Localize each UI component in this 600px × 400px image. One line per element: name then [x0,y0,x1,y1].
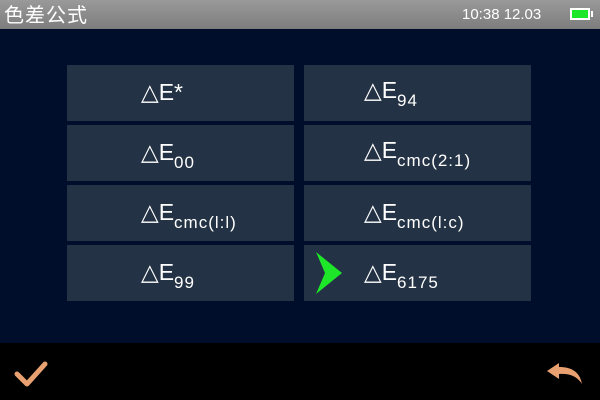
formula-label: △Ecmc(2:1) [364,137,472,170]
battery-full-icon [570,8,593,20]
battery-level [572,10,588,18]
formula-label: △Ecmc(l:c) [364,199,465,232]
formula-button-deltaE-star[interactable]: △E* [67,65,294,121]
formula-label: △E94 [364,77,418,110]
formula-button-deltaE-94[interactable]: △E94 [304,65,531,121]
formula-button-deltaE-cmc-l-c[interactable]: △Ecmc(l:c) [304,185,531,241]
formula-label: △E6175 [364,259,439,292]
formula-button-deltaE-99[interactable]: △E99 [67,245,294,301]
formula-label: △E99 [141,259,195,292]
formula-button-deltaE-cmc-l-l[interactable]: △Ecmc(l:l) [67,185,294,241]
clock-text: 10:38 12.03 [462,6,542,23]
return-arrow-icon[interactable] [545,358,585,386]
formula-button-deltaE-00[interactable]: △E00 [67,125,294,181]
bottom-bar [0,343,600,400]
formula-label: △E* [141,79,183,105]
formula-label: △E00 [141,139,195,172]
checkmark-icon[interactable] [14,360,48,388]
selection-arrow-icon [316,252,342,294]
page-title: 色差公式 [4,3,88,27]
title-bar: 色差公式 10:38 12.03 [0,0,600,29]
formula-button-deltaE-cmc-2-1[interactable]: △Ecmc(2:1) [304,125,531,181]
formula-label: △Ecmc(l:l) [141,199,237,232]
